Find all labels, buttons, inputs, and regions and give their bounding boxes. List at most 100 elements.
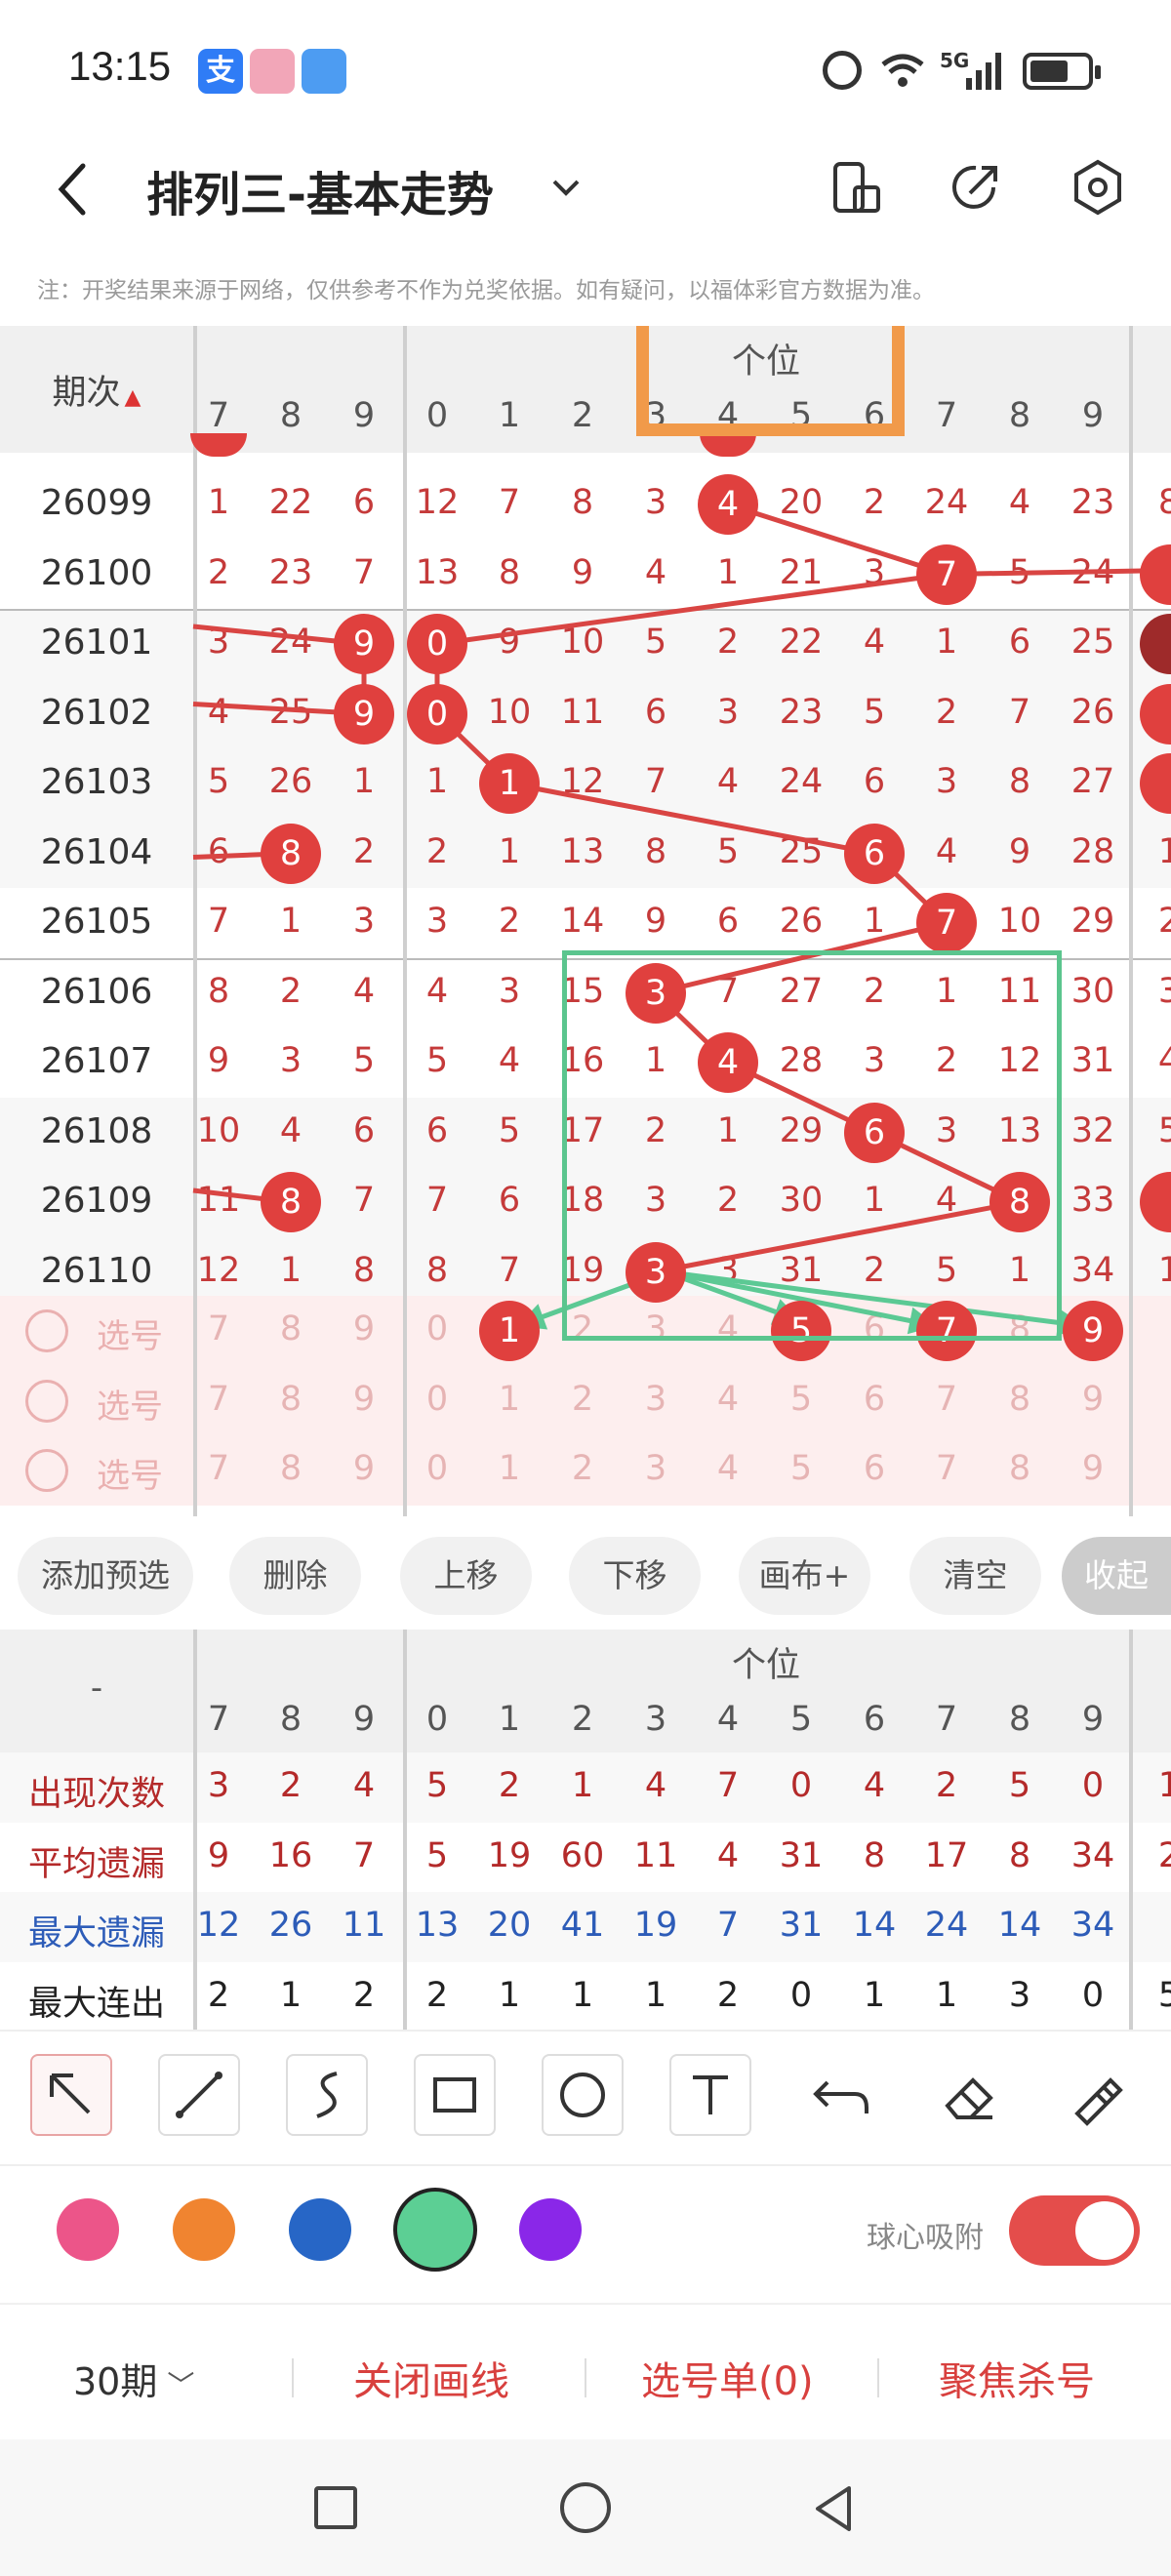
rotate-screen-icon[interactable] xyxy=(829,158,884,217)
signal-icon xyxy=(966,53,1001,90)
column-divider xyxy=(193,1630,197,2030)
stats-cell: 0 xyxy=(789,1975,813,2015)
line-tool[interactable] xyxy=(158,2054,240,2136)
trend-line xyxy=(946,568,1171,577)
stats-edge-cell: 1 xyxy=(1157,1766,1171,1805)
select-ball[interactable]: 9 xyxy=(1063,1301,1123,1361)
move-up-button[interactable]: 上移 xyxy=(400,1537,532,1615)
stats-row-label: 最大连出 xyxy=(27,1984,165,2024)
app-icon xyxy=(250,49,295,94)
curve-tool[interactable] xyxy=(286,2054,368,2136)
stats-cell: 1 xyxy=(498,1975,521,2015)
stats-cell: 7 xyxy=(352,1835,376,1875)
wifi-icon xyxy=(881,54,924,87)
circle-tool[interactable] xyxy=(542,2054,624,2136)
canvas-plus-button[interactable]: 画布+ xyxy=(739,1537,870,1615)
stats-cell: 5 xyxy=(1008,1766,1031,1805)
stats-row-label: 最大遗漏 xyxy=(27,1914,165,1953)
stats-col-header: 0 xyxy=(425,1700,449,1739)
add-preselect-button[interactable]: 添加预选 xyxy=(18,1537,193,1615)
color-swatch[interactable] xyxy=(519,2198,582,2261)
snap-toggle[interactable] xyxy=(1009,2195,1140,2266)
focus-kill-button[interactable]: 聚焦杀号 xyxy=(939,2350,1095,2406)
arrow-tool[interactable] xyxy=(30,2054,112,2136)
stats-col-header: 6 xyxy=(863,1700,886,1739)
stats-cell: 14 xyxy=(852,1906,897,1945)
divider xyxy=(877,2358,879,2397)
divider xyxy=(585,2358,586,2397)
stats-cell: 60 xyxy=(560,1835,605,1875)
stats-cell: 1 xyxy=(571,1975,594,2015)
highlight-box-green xyxy=(562,950,1062,1341)
stats-cell: 11 xyxy=(633,1835,678,1875)
stats-cell: 31 xyxy=(779,1835,824,1875)
stats-cell: 1 xyxy=(935,1975,958,2015)
stats-cell: 19 xyxy=(633,1906,678,1945)
stats-cell: 31 xyxy=(779,1906,824,1945)
hit-ball: 0 xyxy=(407,614,467,674)
snap-toggle-knob xyxy=(1075,2201,1134,2260)
clock: 13:15 xyxy=(68,43,172,89)
text-tool[interactable] xyxy=(669,2054,751,2136)
stats-cell: 16 xyxy=(268,1835,313,1875)
stats-cell: 1 xyxy=(571,1766,594,1805)
stats-col-header: 1 xyxy=(498,1700,521,1739)
stats-edge-cell: 5 xyxy=(1157,1975,1171,2015)
stats-cell: 11 xyxy=(342,1906,386,1945)
stats-section-title: 个位 xyxy=(731,1646,800,1685)
weather-icon xyxy=(302,49,346,94)
settings-icon[interactable] xyxy=(1069,158,1127,217)
statistics-table: - 个位 7 8 9 0 1 2 3 4 5 6 7 8 9 出现次数 3 2 4 5 2 1 4 7 0 4 2 5 0 1 平均遗漏… xyxy=(0,1630,1171,2030)
recents-icon[interactable] xyxy=(314,2486,357,2529)
bottom-bar: 30期 ﹀ 关闭画线 选号单(0) 聚焦杀号 xyxy=(0,2303,1171,2439)
selection-list-button[interactable]: 选号单(0) xyxy=(641,2350,814,2406)
stats-cell: 5 xyxy=(425,1835,449,1875)
stats-cell: 34 xyxy=(1070,1906,1115,1945)
select-ball[interactable]: 1 xyxy=(479,1301,540,1361)
stats-cell: 0 xyxy=(1081,1975,1105,2015)
hit-ball: 4 xyxy=(698,474,758,535)
color-swatch[interactable] xyxy=(173,2198,235,2261)
move-down-button[interactable]: 下移 xyxy=(569,1537,701,1615)
color-swatch[interactable] xyxy=(393,2188,477,2272)
stats-cell: 19 xyxy=(487,1835,532,1875)
chevron-down-icon: ﹀ xyxy=(167,2369,195,2401)
undo-icon[interactable] xyxy=(800,2059,882,2137)
hit-ball: 1 xyxy=(479,753,540,814)
eraser-icon[interactable] xyxy=(928,2059,1010,2137)
stats-cell: 4 xyxy=(863,1766,886,1805)
back-nav-icon[interactable] xyxy=(810,2482,859,2535)
chevron-down-icon[interactable] xyxy=(548,174,584,203)
color-swatch[interactable] xyxy=(289,2198,351,2261)
back-icon[interactable] xyxy=(54,160,93,219)
stats-cell: 17 xyxy=(924,1835,969,1875)
home-icon[interactable] xyxy=(560,2482,611,2533)
clear-button[interactable]: 清空 xyxy=(909,1537,1041,1615)
trend-grid: 期次 ▲ 个位 7 8 9 0 1 2 3 4 5 6 7 8 9 26099 1 22 6 12 7 8 3 20 2 24 4… xyxy=(0,326,1171,1516)
highlight-box-orange xyxy=(636,326,905,436)
stats-cell: 1 xyxy=(863,1975,886,2015)
stats-edge-cell: 2 xyxy=(1157,1835,1171,1875)
hit-ball: 9 xyxy=(334,683,394,745)
rectangle-tool[interactable] xyxy=(414,2054,496,2136)
color-swatch[interactable] xyxy=(57,2198,119,2261)
delete-button[interactable]: 删除 xyxy=(229,1537,361,1615)
stats-cell: 1 xyxy=(279,1975,303,2015)
collapse-button[interactable]: 收起 xyxy=(1062,1537,1171,1615)
trend-line xyxy=(436,572,948,647)
trend-line xyxy=(727,502,948,577)
stats-cell: 13 xyxy=(415,1906,460,1945)
hit-ball: 0 xyxy=(407,683,467,745)
close-draw-button[interactable]: 关闭画线 xyxy=(353,2350,509,2406)
stats-cell: 24 xyxy=(924,1906,969,1945)
brush-icon[interactable] xyxy=(1056,2059,1138,2137)
page-title[interactable]: 排列三-基本走势 xyxy=(146,156,494,224)
period-selector[interactable]: 30期 ﹀ xyxy=(73,2352,194,2405)
trend-line xyxy=(508,781,875,856)
share-icon[interactable] xyxy=(947,158,1005,217)
stats-cell: 0 xyxy=(1081,1766,1105,1805)
stats-cell: 26 xyxy=(268,1906,313,1945)
period-count: 30期 xyxy=(73,2360,158,2403)
stats-row-label: 出现次数 xyxy=(27,1775,165,1814)
stats-cell: 8 xyxy=(1008,1835,1031,1875)
